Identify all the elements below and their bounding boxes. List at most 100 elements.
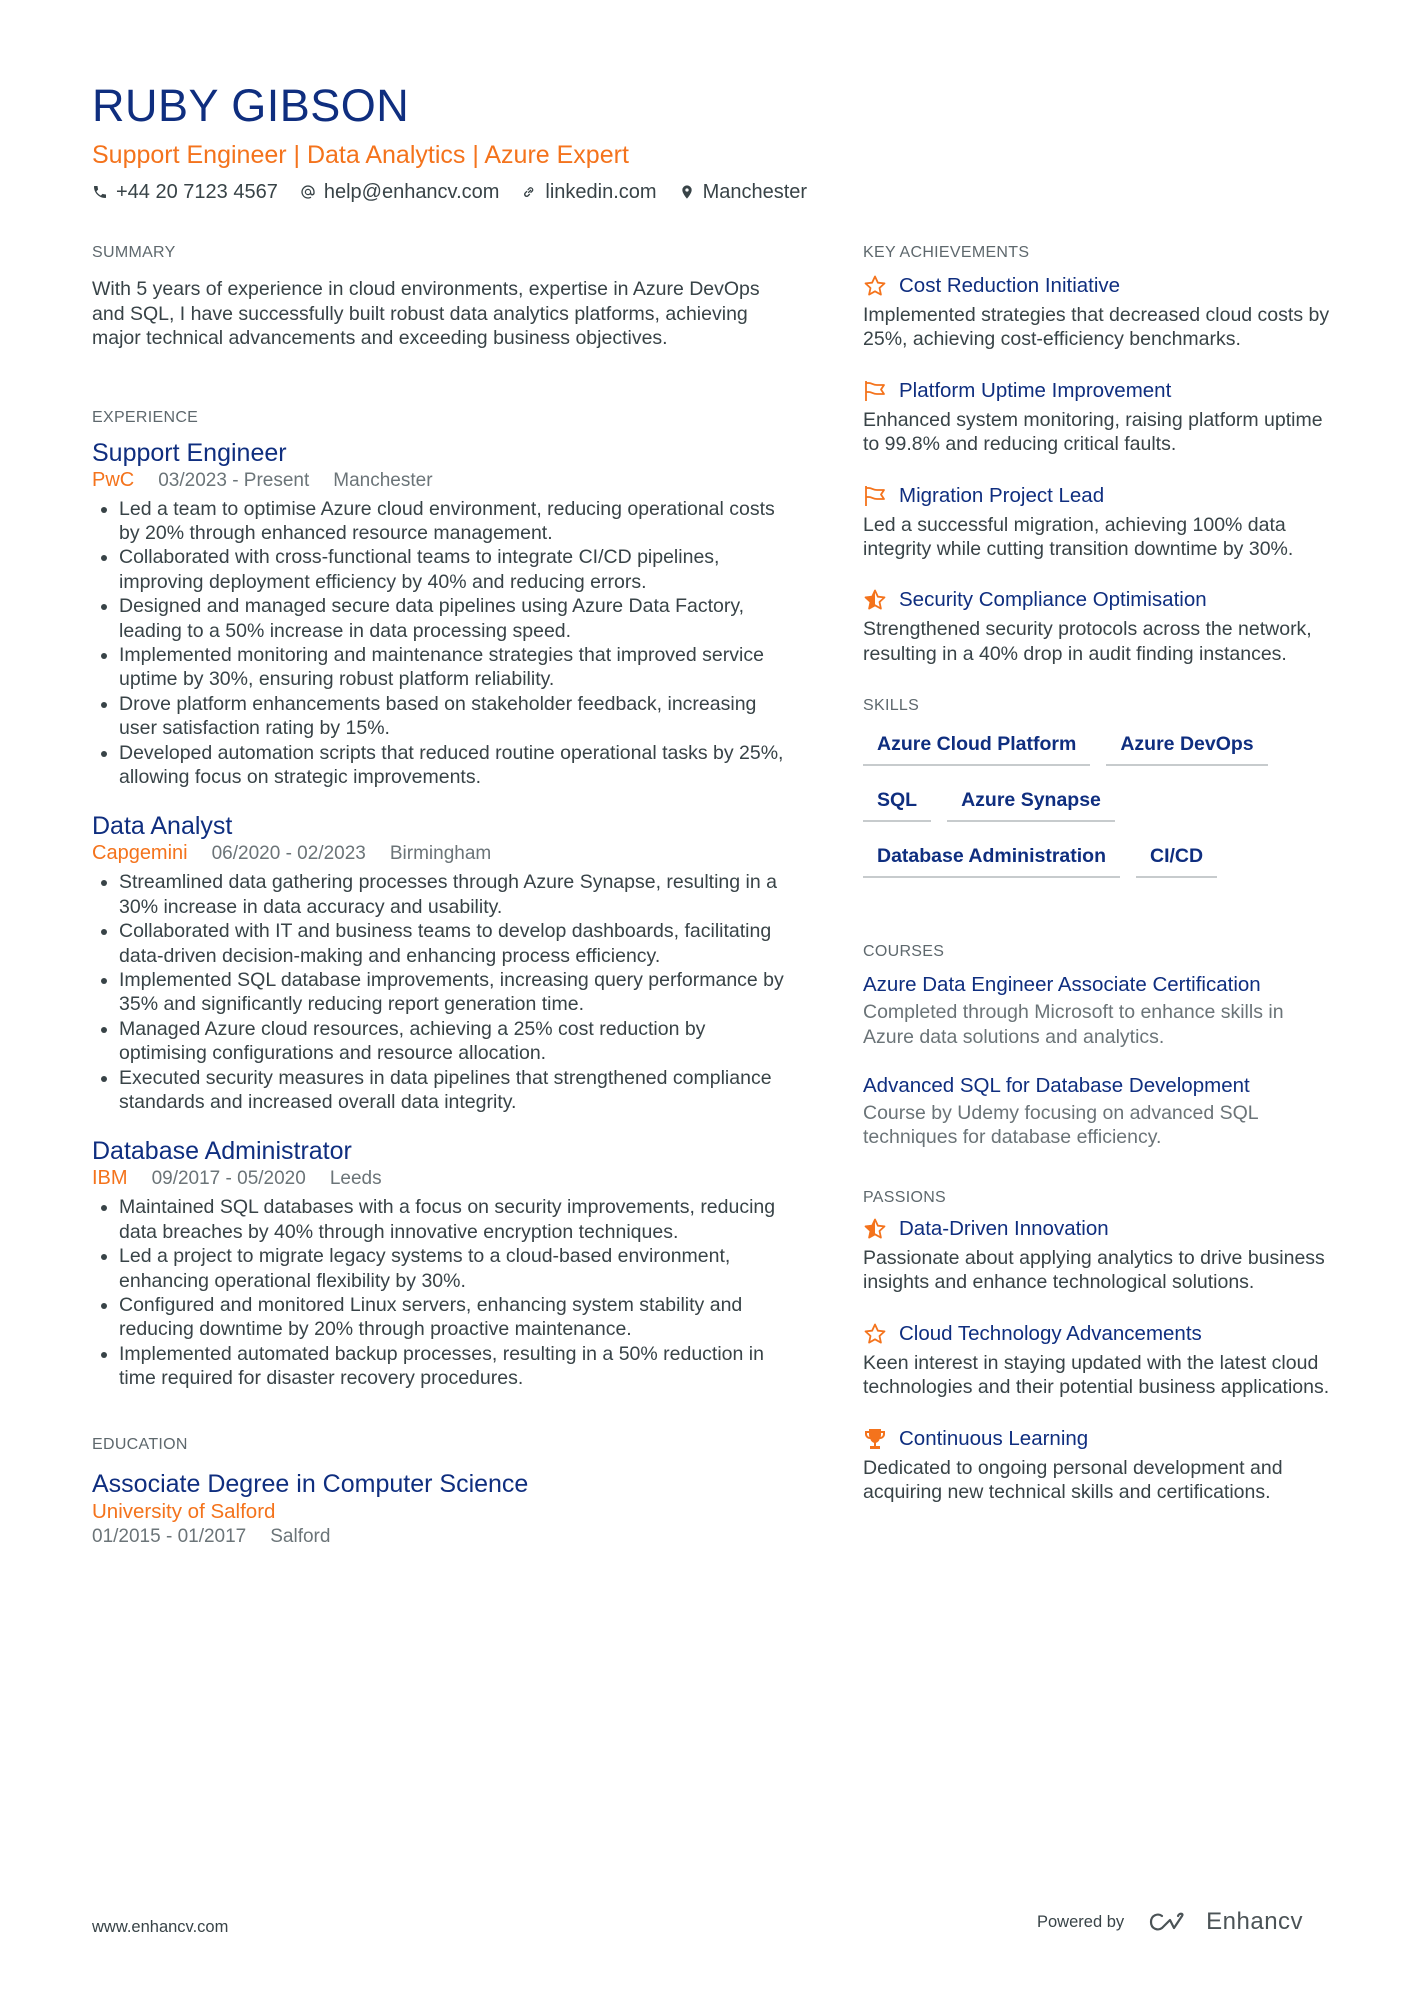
job-bullets: Led a team to optimise Azure cloud envir…: [92, 497, 792, 790]
achievement-title: Migration Project Lead: [899, 483, 1105, 507]
star-outline-icon: [864, 275, 886, 296]
achievement-item: Security Compliance Optimisation Strengt…: [863, 585, 1333, 666]
skill-tag: Database Administration: [863, 836, 1120, 879]
star-outline-icon: [864, 1323, 886, 1344]
skills-list: Azure Cloud Platform Azure DevOps SQL Az…: [863, 724, 1333, 879]
section-title-experience: EXPERIENCE: [92, 408, 199, 426]
degree-title: Associate Degree in Computer Science: [92, 1469, 529, 1498]
resume-header: RUBY GIBSON Support Engineer | Data Anal…: [92, 80, 1322, 206]
job-dates: 06/2020 - 02/2023: [211, 843, 366, 865]
summary-text: With 5 years of experience in cloud envi…: [92, 278, 760, 349]
job-location: Manchester: [333, 469, 433, 491]
job-bullets: Streamlined data gathering processes thr…: [92, 870, 792, 1114]
passion-desc: Keen interest in staying updated with th…: [863, 1351, 1330, 1399]
job-bullet: Led a project to migrate legacy systems …: [119, 1244, 792, 1293]
job-meta: IBM 09/2017 - 05/2020 Leeds: [92, 1166, 792, 1191]
job-bullet: Collaborated with cross-functional teams…: [119, 545, 792, 594]
passion-desc: Dedicated to ongoing personal developmen…: [863, 1456, 1283, 1503]
achievement-title: Cost Reduction Initiative: [899, 274, 1121, 297]
candidate-name: RUBY GIBSON: [92, 80, 410, 131]
location-pin-icon: [681, 185, 692, 199]
job-bullet: Led a team to optimise Azure cloud envir…: [119, 497, 792, 546]
passion-desc: Passionate about applying analytics to d…: [863, 1246, 1325, 1294]
contact-location: Manchester: [679, 178, 808, 206]
contact-row: +44 20 7123 4567 help@enhancv.com linked…: [92, 178, 1322, 206]
link-icon: [524, 187, 534, 197]
job-bullet: Implemented monitoring and maintenance s…: [119, 643, 792, 692]
at-icon: [301, 185, 315, 199]
job-bullet: Implemented SQL database improvements, i…: [119, 968, 792, 1017]
job-location: Leeds: [329, 1168, 382, 1190]
company-name: PwC: [92, 468, 135, 491]
course-desc: Course by Udemy focusing on advanced SQL…: [863, 1102, 1258, 1149]
skill-tag: Azure DevOps: [1106, 724, 1268, 767]
education-location: Salford: [270, 1525, 331, 1547]
star-half-icon: [864, 1218, 886, 1239]
flag-icon: [865, 380, 885, 401]
passion-title: Data-Driven Innovation: [899, 1216, 1109, 1240]
achievement-title: Security Compliance Optimisation: [899, 588, 1207, 612]
linkedin-link[interactable]: linkedin.com: [545, 178, 656, 206]
enhancv-logo[interactable]: Enhancv: [1148, 1908, 1303, 1936]
course-item: Advanced SQL for Database Development Co…: [863, 1071, 1333, 1150]
footer-website[interactable]: www.enhancv.com: [92, 1918, 228, 1937]
resume-page: RUBY GIBSON Support Engineer | Data Anal…: [0, 0, 1410, 1995]
skills-section: SKILLS Azure Cloud Platform Azure DevOps…: [863, 696, 1333, 879]
achievement-item: Platform Uptime Improvement Enhanced sys…: [863, 376, 1333, 457]
job-title: Database Administrator: [92, 1137, 352, 1166]
passion-title: Continuous Learning: [899, 1426, 1089, 1450]
contact-linkedin[interactable]: linkedin.com: [521, 178, 657, 206]
footer-branding: Powered by Enhancv: [1037, 1908, 1303, 1936]
job-location: Birmingham: [389, 843, 492, 865]
job-bullet: Managed Azure cloud resources, achieving…: [119, 1017, 792, 1066]
job-title: Support Engineer: [92, 438, 287, 467]
education-section: EDUCATION Associate Degree in Computer S…: [92, 1435, 792, 1549]
achievements-section: KEY ACHIEVEMENTS Cost Reduction Initiati…: [863, 243, 1333, 666]
education-dates: 01/2015 - 01/2017: [92, 1525, 247, 1547]
section-title-achievements: KEY ACHIEVEMENTS: [863, 244, 1030, 261]
course-title: Azure Data Engineer Associate Certificat…: [863, 973, 1261, 997]
section-title-education: EDUCATION: [92, 1435, 188, 1453]
phone-icon: [94, 186, 106, 198]
section-title-courses: COURSES: [863, 943, 945, 961]
achievement-title: Platform Uptime Improvement: [899, 378, 1172, 402]
job-bullet: Developed automation scripts that reduce…: [119, 741, 792, 790]
trophy-icon: [865, 1428, 885, 1449]
phone-number: +44 20 7123 4567: [116, 181, 278, 203]
achievement-desc: Enhanced system monitoring, raising plat…: [863, 408, 1323, 456]
achievement-desc: Led a successful migration, achieving 10…: [863, 513, 1294, 561]
skill-tag: Azure Synapse: [947, 780, 1115, 823]
section-title-skills: SKILLS: [863, 697, 920, 715]
course-desc: Completed through Microsoft to enhance s…: [863, 1001, 1284, 1048]
location-text: Manchester: [702, 181, 808, 203]
experience-section: EXPERIENCE Support Engineer PwC 03/2023 …: [92, 408, 792, 1391]
skill-tag: CI/CD: [1136, 836, 1218, 879]
job-bullet: Implemented automated backup processes, …: [119, 1342, 792, 1391]
contact-phone: +44 20 7123 4567: [92, 178, 278, 206]
education-meta: 01/2015 - 01/2017 Salford: [92, 1525, 792, 1549]
star-half-icon: [864, 590, 886, 610]
passion-title: Cloud Technology Advancements: [899, 1321, 1202, 1345]
job-meta: PwC 03/2023 - Present Manchester: [92, 468, 792, 493]
course-title: Advanced SQL for Database Development: [863, 1074, 1250, 1098]
summary-section: SUMMARY With 5 years of experience in cl…: [92, 243, 792, 351]
enhancv-logo-icon: [1150, 1912, 1184, 1931]
job-bullet: Executed security measures in data pipel…: [119, 1066, 792, 1115]
job-bullet: Collaborated with IT and business teams …: [119, 919, 792, 968]
skill-tag: Azure Cloud Platform: [863, 724, 1091, 767]
achievement-desc: Implemented strategies that decreased cl…: [863, 304, 1330, 351]
achievement-item: Cost Reduction Initiative Implemented st…: [863, 271, 1333, 352]
job-bullets: Maintained SQL databases with a focus on…: [92, 1195, 792, 1390]
courses-section: COURSES Azure Data Engineer Associate Ce…: [863, 942, 1333, 1150]
email-link[interactable]: help@enhancv.com: [324, 178, 500, 206]
job-entry: Data Analyst Capgemini 06/2020 - 02/2023…: [92, 811, 792, 1114]
skill-tag: SQL: [863, 780, 932, 823]
job-dates: 09/2017 - 05/2020: [151, 1168, 306, 1190]
contact-email[interactable]: help@enhancv.com: [300, 178, 500, 206]
job-bullet: Streamlined data gathering processes thr…: [119, 870, 792, 919]
passion-item: Data-Driven Innovation Passionate about …: [863, 1214, 1333, 1295]
achievement-item: Migration Project Lead Led a successful …: [863, 481, 1333, 562]
job-dates: 03/2023 - Present: [158, 469, 310, 491]
passion-item: Cloud Technology Advancements Keen inter…: [863, 1319, 1333, 1400]
company-name: IBM: [92, 1167, 128, 1190]
